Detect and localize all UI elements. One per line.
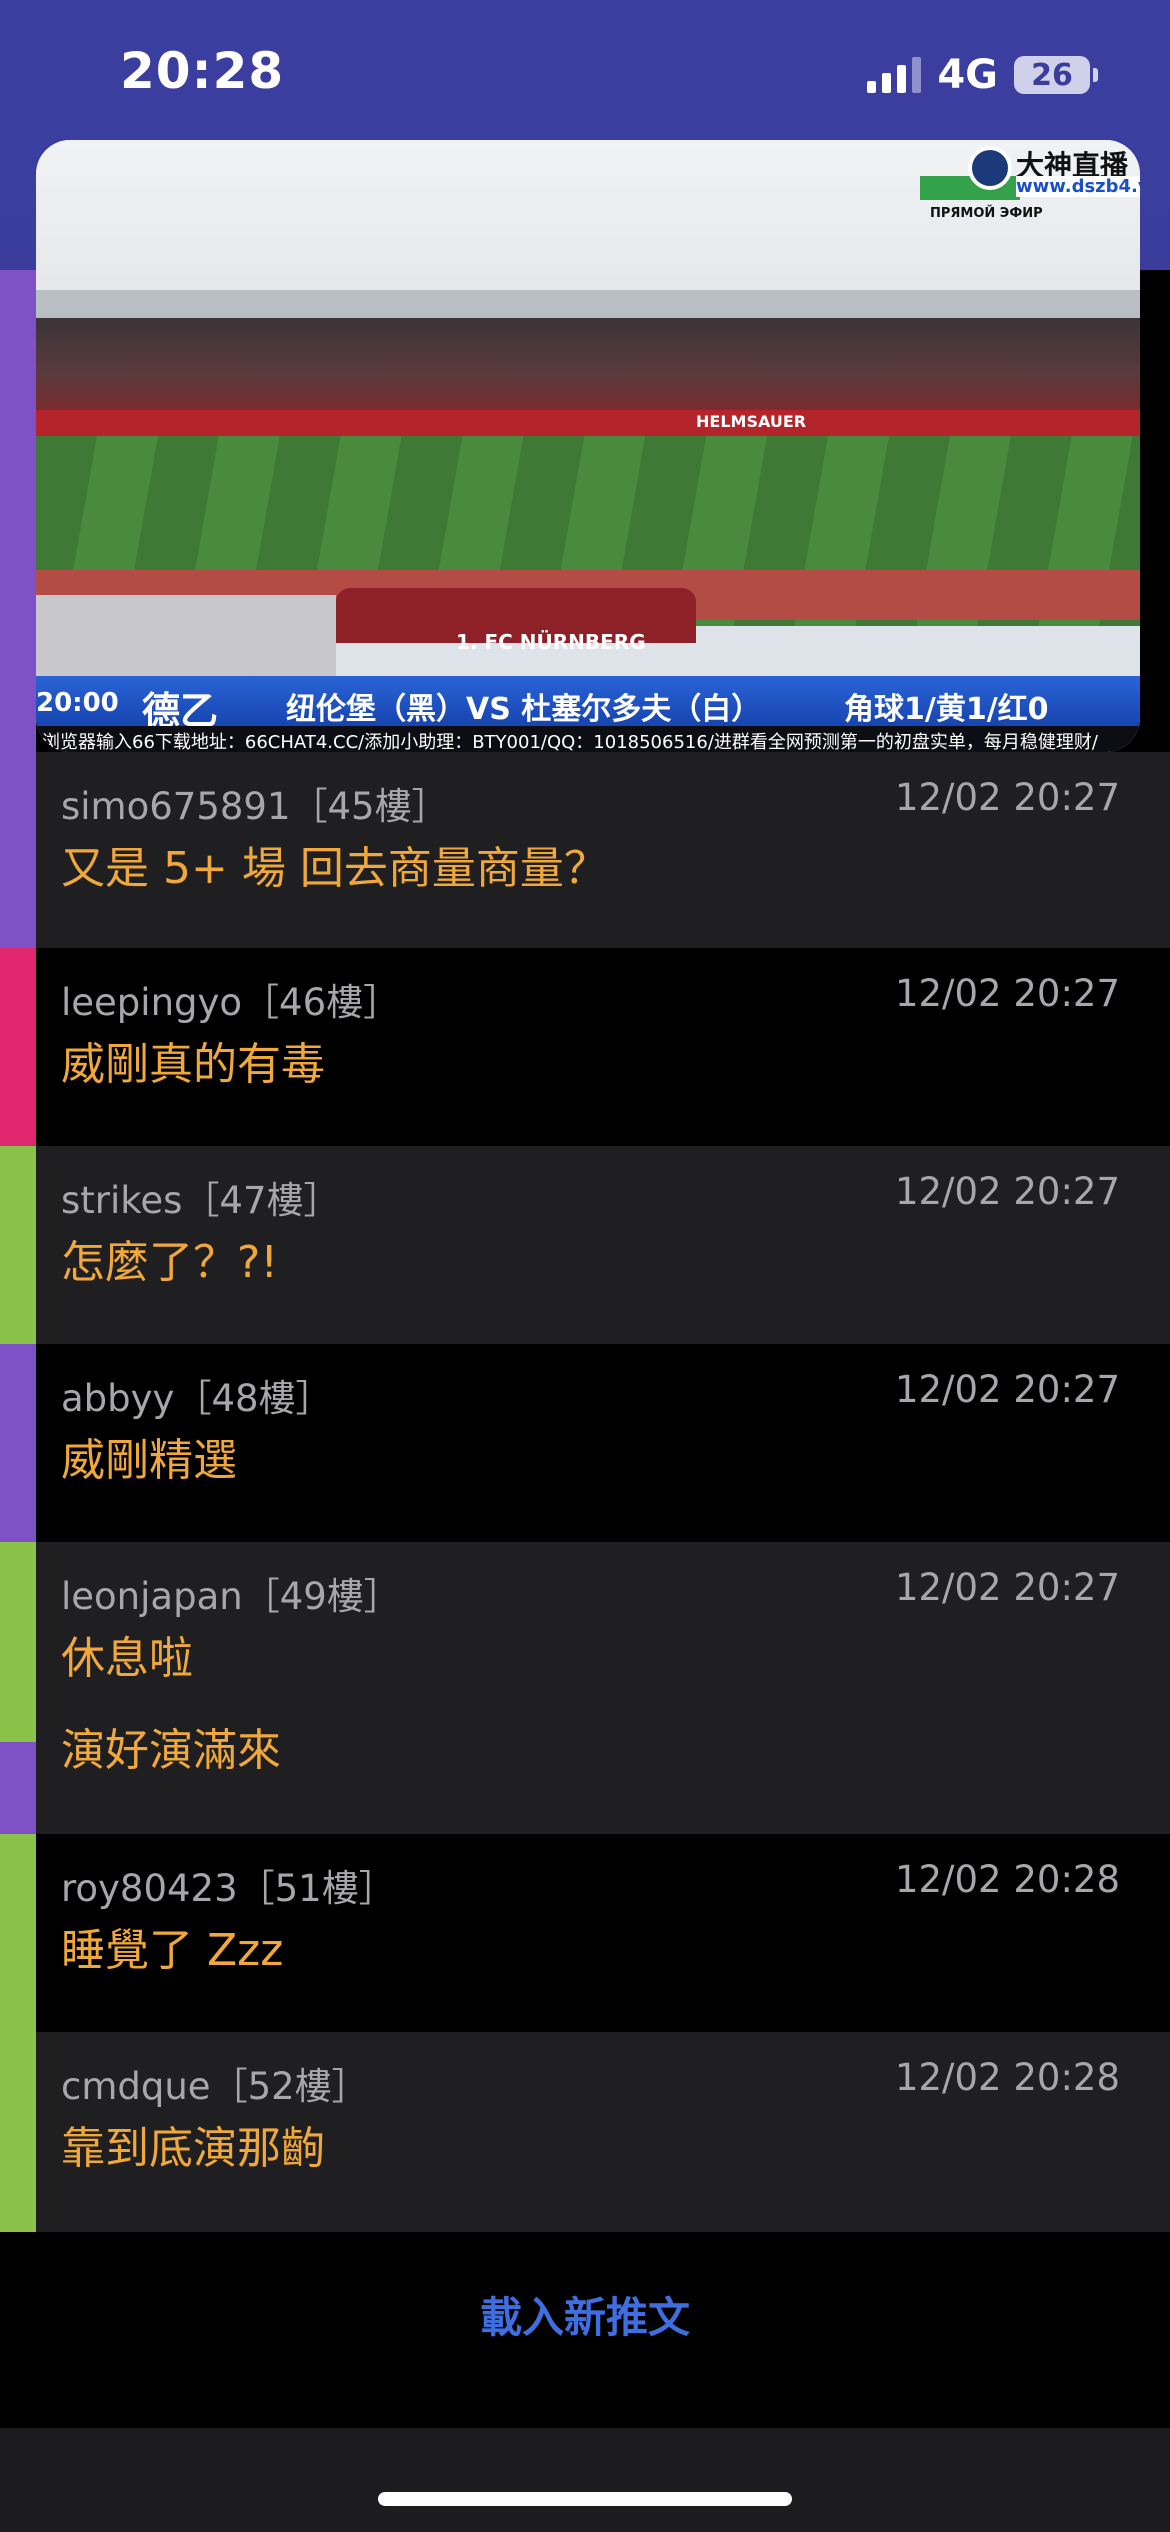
post-floor: ［51樓］	[237, 1867, 396, 1910]
post-username[interactable]: simo675891	[61, 785, 290, 828]
post-author: roy80423［51樓］	[61, 1858, 396, 1912]
post-timestamp: 12/02 20:27	[894, 1170, 1120, 1213]
battery-icon: 26	[1014, 56, 1098, 94]
ticker-stats: 角球1/黄1/红0	[844, 692, 1049, 727]
score-ticker: 20:00 德乙 纽伦堡（黑）VS 杜塞尔多夫（白） 角球1/黄1/红0	[36, 676, 1140, 733]
status-time: 20:28	[120, 42, 285, 100]
post-color-strip	[0, 948, 36, 1146]
video-stadium-roof	[36, 290, 1140, 318]
post-color-strip	[0, 1344, 36, 1542]
scrolling-ad-text: 浏览器输入66下载地址：66CHAT4.CC/添加小助理：BTY001/QQ：1…	[36, 726, 1140, 752]
post-author: strikes［47樓］	[61, 1170, 341, 1224]
home-indicator[interactable]	[378, 2492, 792, 2506]
post-content: 睡覺了 Zzz	[61, 1925, 284, 1976]
post-floor: ［45樓］	[290, 785, 449, 828]
logo-live-label: ПРЯМОЙ ЭФИР	[930, 206, 1043, 221]
post-username[interactable]: abbyy	[61, 1377, 174, 1420]
bench-label: 1. FC NÜRNBERG	[456, 630, 646, 654]
post-username[interactable]: roy80423	[61, 1867, 238, 1910]
post-content: 演好演滿來	[61, 1725, 281, 1776]
post-content: 威剛精選	[61, 1435, 237, 1486]
post-username[interactable]: leepingyo	[61, 981, 242, 1024]
bottom-bar	[0, 2428, 1170, 2532]
post-color-strip	[0, 1542, 36, 1742]
post-color-strip	[0, 1742, 36, 1834]
status-indicators: 4G 26	[867, 52, 1098, 98]
post-timestamp: 12/02 20:27	[894, 1368, 1120, 1411]
post-floor: ［47樓］	[182, 1179, 341, 1222]
post-author: leonjapan［49樓］	[61, 1566, 401, 1620]
cellular-signal-icon	[867, 57, 922, 93]
scrolling-ad-label: 浏览器输入66下载地址：66CHAT4.CC/添加小助理：BTY001/QQ：1…	[42, 732, 1098, 752]
ad-board-text: HELMSAUER	[696, 412, 807, 431]
post-item[interactable]: leepingyo［46樓］ 12/02 20:27 威剛真的有毒	[36, 948, 1170, 1146]
post-item[interactable]: leonjapan［49樓］ 12/02 20:27 休息啦演好演滿來	[36, 1542, 1170, 1834]
broadcaster-logo: 大神直播 www.dszb4.vip ПРЯМОЙ ЭФИР	[920, 140, 1140, 230]
post-content: 威剛真的有毒	[61, 1039, 325, 1090]
ticker-match: 纽伦堡（黑）VS 杜塞尔多夫（白）	[286, 692, 762, 727]
post-item[interactable]: roy80423［51樓］ 12/02 20:28 睡覺了 Zzz	[36, 1834, 1170, 2032]
post-author: leepingyo［46樓］	[61, 972, 400, 1026]
logo-mark-icon	[968, 146, 1012, 190]
video-stands	[36, 318, 1140, 410]
logo-url: www.dszb4.vip	[1016, 176, 1140, 197]
post-item[interactable]: abbyy［48樓］ 12/02 20:27 威剛精選	[36, 1344, 1170, 1542]
load-more-button[interactable]: 載入新推文	[0, 2284, 1170, 2345]
ticker-time: 20:00	[36, 688, 119, 718]
post-timestamp: 12/02 20:28	[894, 2056, 1120, 2099]
post-timestamp: 12/02 20:27	[894, 776, 1120, 819]
post-floor: ［52樓］	[210, 2065, 369, 2108]
post-floor: ［46樓］	[242, 981, 401, 1024]
side-strip-top	[0, 270, 36, 950]
network-label: 4G	[937, 52, 998, 98]
post-content: 又是 5+ 場 回去商量商量？	[61, 843, 608, 894]
post-floor: ［48樓］	[174, 1377, 333, 1420]
post-item[interactable]: strikes［47樓］ 12/02 20:27 怎麼了？?!	[36, 1146, 1170, 1344]
post-username[interactable]: strikes	[61, 1179, 182, 1222]
video-ad-boards: HELMSAUER	[36, 410, 1140, 436]
post-author: cmdque［52樓］	[61, 2056, 369, 2110]
post-content: 怎麼了？?!	[61, 1237, 278, 1288]
post-color-strip	[0, 2032, 36, 2232]
post-content: 靠到底演那齣	[61, 2123, 325, 2174]
post-timestamp: 12/02 20:28	[894, 1858, 1120, 1901]
post-content: 休息啦	[61, 1633, 193, 1684]
load-more-area: 載入新推文	[0, 2232, 1170, 2428]
post-timestamp: 12/02 20:27	[894, 972, 1120, 1015]
post-username[interactable]: cmdque	[61, 2065, 211, 2108]
battery-level: 26	[1031, 57, 1073, 93]
post-item[interactable]: simo675891［45樓］ 12/02 20:27 又是 5+ 場 回去商量商量…	[36, 752, 1170, 948]
post-floor: ［49樓］	[242, 1575, 401, 1618]
post-color-strip	[0, 1146, 36, 1344]
post-color-strip	[0, 1834, 36, 2032]
video-player[interactable]: HELMSAUER 1. FC NÜRNBERG 大神直播 www.dszb4.…	[36, 140, 1140, 752]
post-timestamp: 12/02 20:27	[894, 1566, 1120, 1609]
post-author: simo675891［45樓］	[61, 776, 449, 830]
post-item[interactable]: cmdque［52樓］ 12/02 20:28 靠到底演那齣	[36, 2032, 1170, 2232]
post-author: abbyy［48樓］	[61, 1368, 333, 1422]
video-banner	[36, 595, 336, 685]
post-username[interactable]: leonjapan	[61, 1575, 243, 1618]
